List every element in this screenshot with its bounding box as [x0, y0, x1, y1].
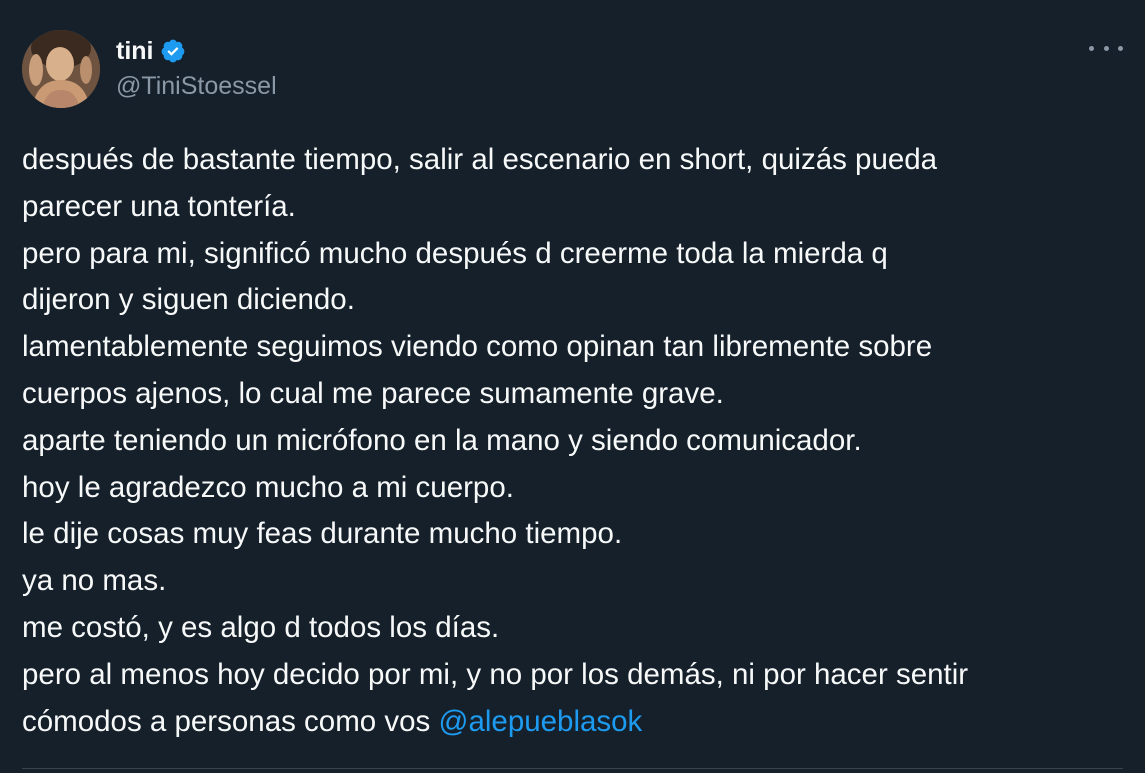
user-handle[interactable]: @TiniStoessel: [116, 72, 277, 101]
tweet-line: cuerpos ajenos, lo cual me parece sumame…: [22, 376, 724, 410]
tweet-line-last: cómodos a personas como vos @alepueblaso…: [22, 699, 1123, 746]
tweet-line: ya no mas.: [22, 564, 167, 598]
tweet-line: pero al menos hoy decido por mi, y no po…: [22, 657, 969, 691]
more-dot: [1118, 45, 1123, 51]
tweet-line: le dije cosas muy feas durante mucho tie…: [22, 517, 623, 551]
name-row: tini: [116, 36, 277, 66]
tweet-line: lamentablemente seguimos viendo como opi…: [22, 330, 933, 364]
tweet-line: me costó, y es algo d todos los días.: [22, 610, 500, 644]
tweet-card: tini @TiniStoessel después de bastante t…: [0, 0, 1145, 773]
tweet-text: después de bastante tiempo, salir al esc…: [22, 137, 1123, 745]
avatar[interactable]: [22, 30, 100, 108]
more-options-icon[interactable]: [1089, 38, 1123, 58]
verified-badge-icon: [160, 38, 186, 64]
tweet-line: dijeron y siguen diciendo.: [22, 283, 355, 317]
tweet-line: parecer una tontería.: [22, 189, 296, 223]
divider: [22, 768, 1123, 773]
tweet-header: tini @TiniStoessel: [22, 30, 277, 110]
tweet-line: aparte teniendo un micrófono en la mano …: [22, 423, 862, 457]
more-dot: [1089, 45, 1094, 51]
tweet-line: pero para mi, significó mucho después d …: [22, 236, 888, 270]
tweet-line: después de bastante tiempo, salir al esc…: [22, 143, 938, 176]
tweet-line-text: cómodos a personas como vos: [22, 704, 439, 738]
mention-link[interactable]: @alepueblasok: [439, 705, 643, 738]
more-dot: [1103, 45, 1109, 51]
user-names: tini @TiniStoessel: [116, 36, 277, 101]
tweet-line: hoy le agradezco mucho a mi cuerpo.: [22, 470, 514, 504]
display-name[interactable]: tini: [116, 37, 154, 66]
